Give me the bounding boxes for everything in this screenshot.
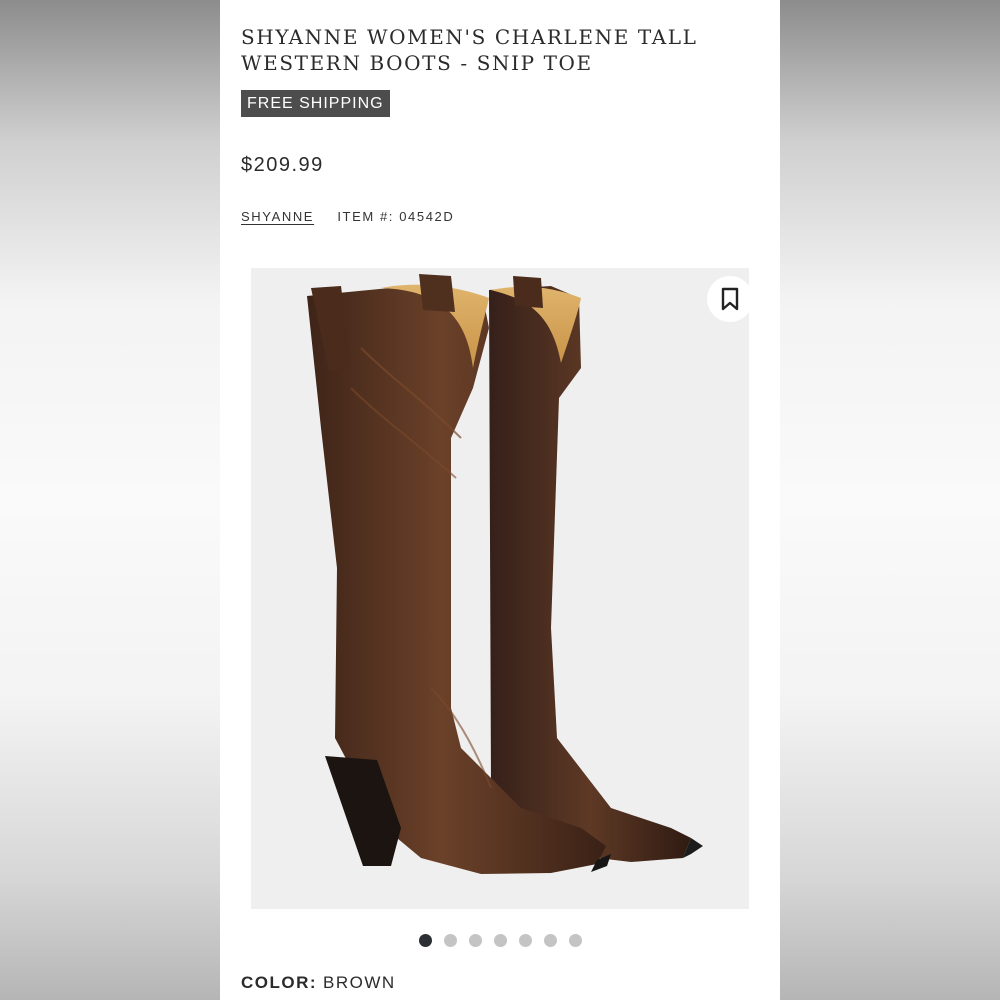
product-panel: SHYANNE WOMEN'S CHARLENE TALL WESTERN BO… — [220, 0, 780, 1000]
carousel-dot-2[interactable] — [443, 934, 457, 947]
bookmark-icon — [721, 287, 739, 311]
back-boot — [489, 276, 703, 862]
color-value: BROWN — [323, 973, 396, 992]
brand-link[interactable]: SHYANNE — [241, 209, 314, 224]
carousel-dot-1[interactable] — [418, 934, 432, 947]
save-button[interactable] — [707, 276, 753, 322]
product-image[interactable] — [251, 268, 749, 909]
carousel-pagination — [220, 934, 780, 947]
boots-illustration — [307, 274, 703, 874]
carousel-dot-5[interactable] — [518, 934, 532, 947]
product-price: $209.99 — [241, 154, 324, 176]
color-label: COLOR: — [241, 973, 318, 992]
product-title: SHYANNE WOMEN'S CHARLENE TALL WESTERN BO… — [241, 25, 698, 75]
color-selection: COLOR: BROWN — [241, 973, 396, 993]
carousel-dot-4[interactable] — [493, 934, 507, 947]
product-meta: SHYANNE ITEM #: 04542D — [241, 209, 454, 224]
carousel-dot-3[interactable] — [468, 934, 482, 947]
carousel-dot-7[interactable] — [568, 934, 582, 947]
item-number: ITEM #: 04542D — [337, 209, 455, 224]
free-shipping-badge: FREE SHIPPING — [241, 90, 390, 117]
carousel-dot-6[interactable] — [543, 934, 557, 947]
